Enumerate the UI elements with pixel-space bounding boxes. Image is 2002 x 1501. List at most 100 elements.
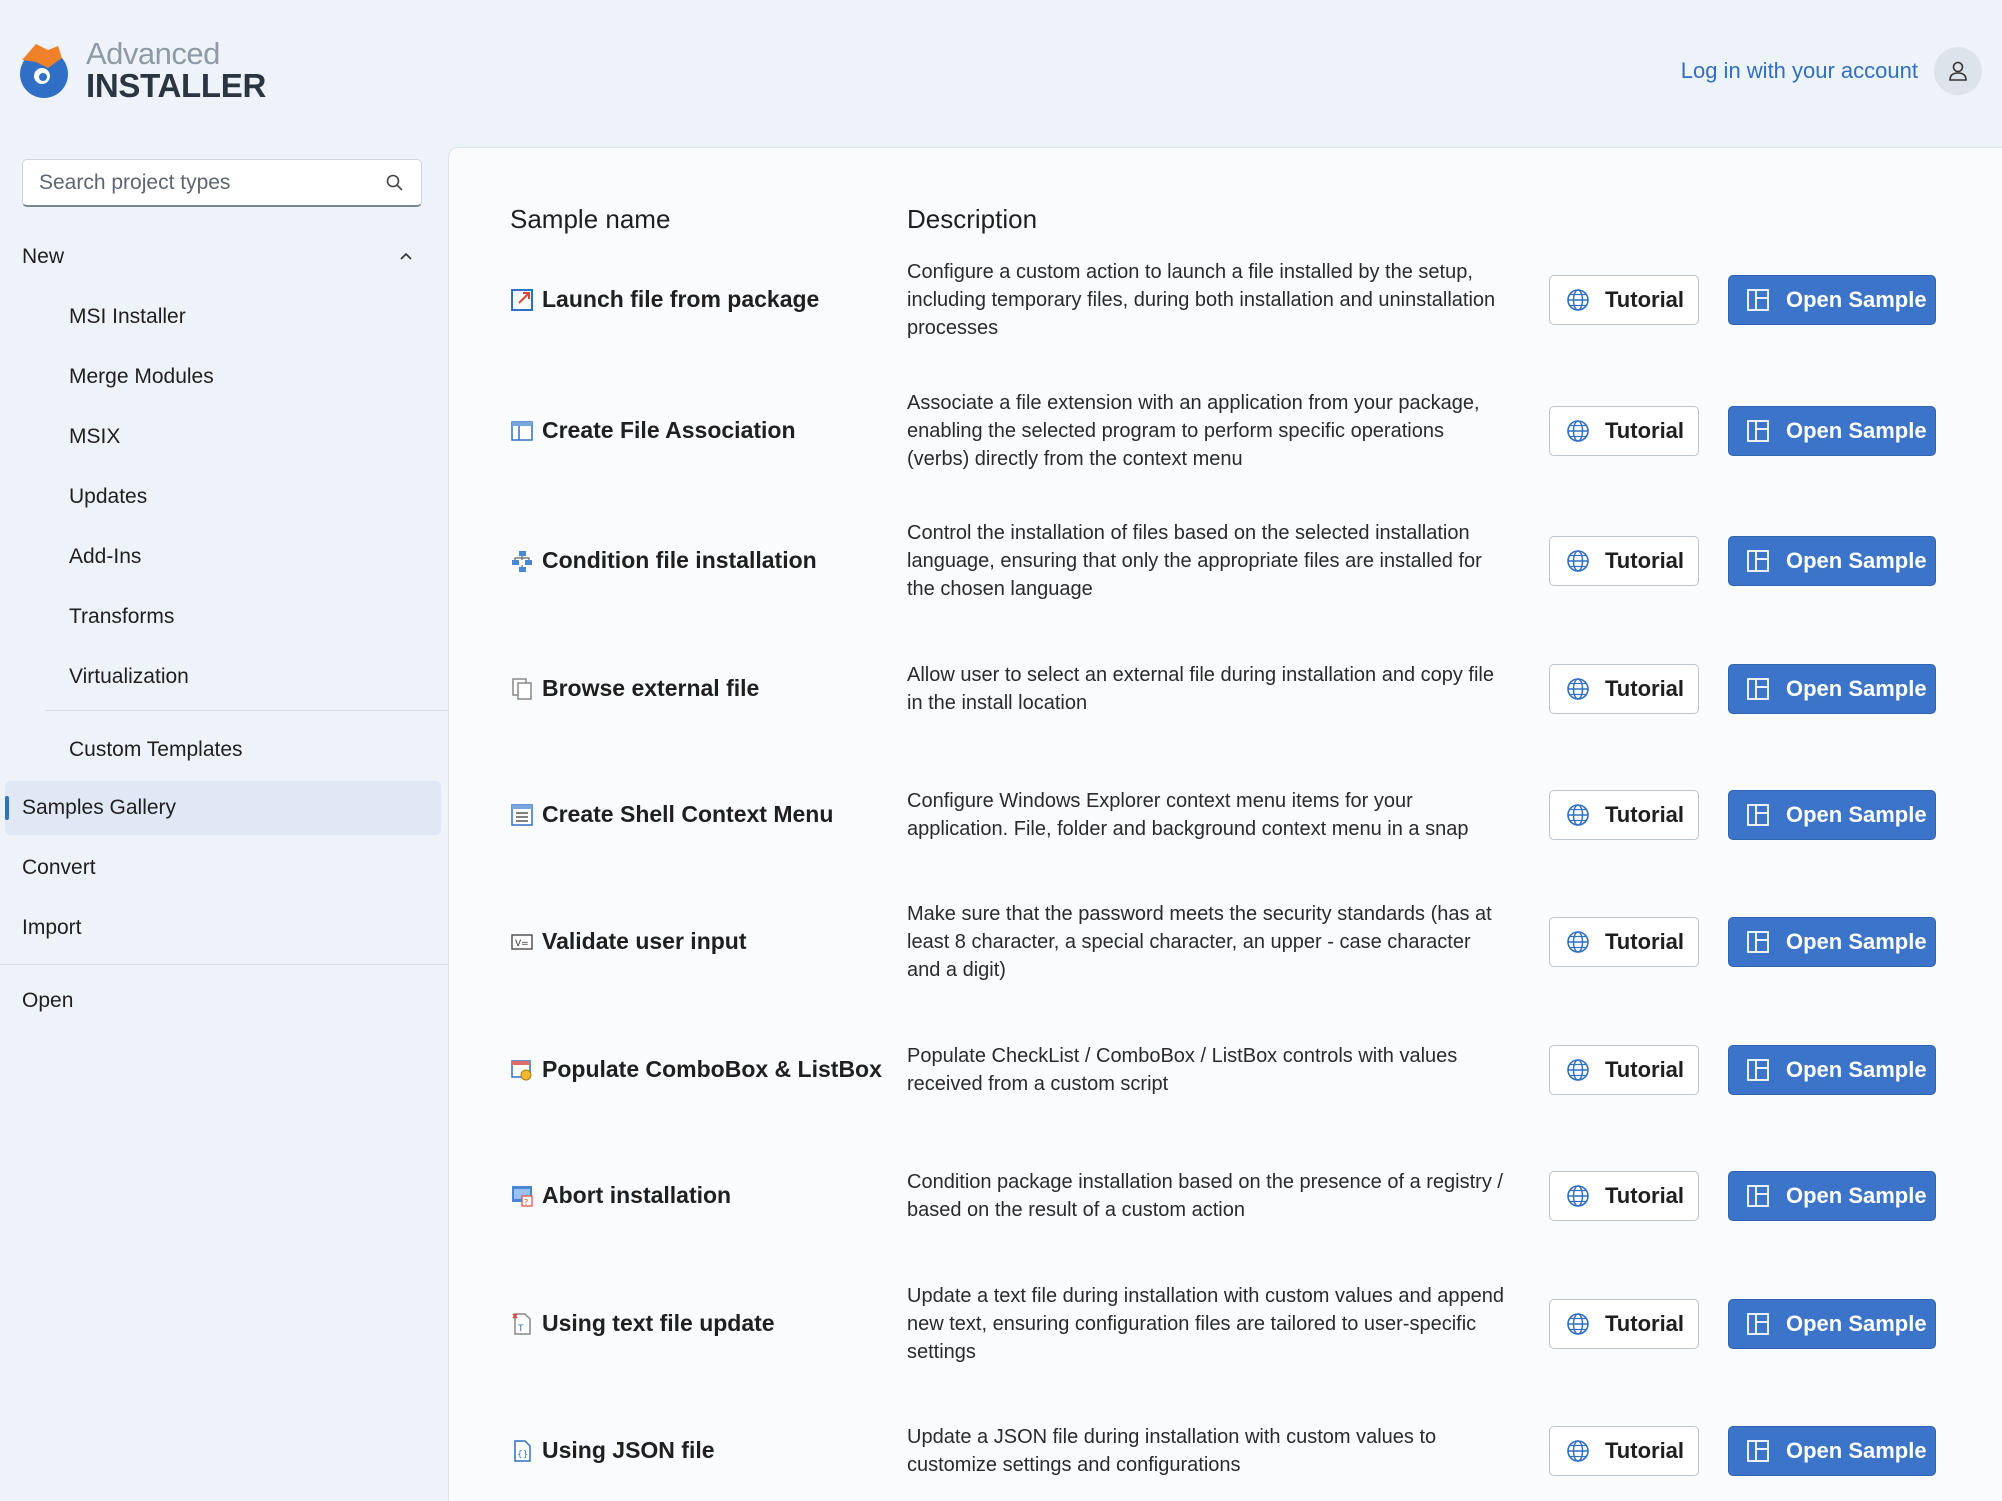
open-sample-icon (1747, 1313, 1769, 1335)
user-avatar-button[interactable] (1934, 47, 1982, 95)
sample-row: Create File Association Associate a file … (449, 378, 2002, 505)
tutorial-button[interactable]: Tutorial (1549, 790, 1699, 840)
app-logo[interactable]: Advanced INSTALLER (18, 38, 266, 102)
svg-text:T: T (517, 1324, 524, 1334)
sample-row: Create Shell Context Menu Configure Windo… (449, 762, 2002, 889)
tutorial-button-label: Tutorial (1605, 676, 1685, 701)
svg-text:V=: V= (515, 939, 529, 949)
sample-name: Browse external file (542, 675, 760, 701)
sidebar-item-open[interactable]: Open (22, 974, 422, 1028)
sidebar-item-virtualization[interactable]: Virtualization (69, 650, 419, 704)
sidebar-item-msix[interactable]: MSIX (69, 410, 419, 464)
sidebar-item-new[interactable]: New (22, 230, 422, 284)
sidebar-item-custom-templates[interactable]: Custom Templates (69, 723, 419, 777)
open-sample-icon (1747, 678, 1769, 700)
advanced-installer-logo-icon (18, 40, 72, 100)
search-icon[interactable] (385, 173, 405, 193)
open-sample-icon (1747, 804, 1769, 826)
sidebar-item-import[interactable]: Import (22, 901, 422, 955)
sample-name: Create Shell Context Menu (542, 801, 834, 827)
column-header-description: Description (907, 204, 1038, 234)
sample-row: Populate ComboBox & ListBox Populate Chec… (449, 1017, 2002, 1144)
sample-description: Allow user to select an external file du… (907, 664, 1494, 714)
sample-row: Browse external file Allow user to select… (449, 636, 2002, 763)
open-sample-button-label: Open Sample (1786, 1057, 1927, 1082)
open-sample-icon (1747, 1059, 1769, 1081)
tree-structure-icon (512, 551, 532, 572)
copy-file-icon (512, 678, 532, 700)
open-sample-icon (1747, 420, 1769, 442)
open-sample-button[interactable]: Open Sample (1728, 917, 1936, 967)
sample-description: Populate CheckList / ComboBox / ListBox … (907, 1045, 1458, 1095)
tutorial-button[interactable]: Tutorial (1549, 1171, 1699, 1221)
login-link[interactable]: Log in with your account (1681, 58, 1918, 84)
sidebar-item-label: MSI Installer (69, 305, 186, 328)
sidebar-item-label: Custom Templates (69, 738, 243, 761)
open-sample-button[interactable]: Open Sample (1728, 275, 1936, 325)
tutorial-button[interactable]: Tutorial (1549, 275, 1699, 325)
divider (0, 964, 448, 965)
open-sample-button[interactable]: Open Sample (1728, 1299, 1936, 1349)
sample-name: Validate user input (542, 928, 747, 954)
user-icon (1949, 61, 1967, 81)
sidebar-item-convert[interactable]: Convert (22, 841, 422, 895)
open-sample-button[interactable]: Open Sample (1728, 406, 1936, 456)
tutorial-button-label: Tutorial (1605, 1183, 1685, 1208)
tutorial-button[interactable]: Tutorial (1549, 917, 1699, 967)
sidebar-item-label: Open (22, 989, 74, 1012)
sample-description: Control the installation of files based … (907, 522, 1482, 600)
sample-description: Make sure that the password meets the se… (907, 903, 1492, 981)
search-input[interactable] (23, 170, 363, 195)
sidebar-item-label: Add-Ins (69, 545, 142, 568)
sample-description: Update a JSON file during installation w… (907, 1426, 1437, 1476)
tutorial-button-label: Tutorial (1605, 802, 1685, 827)
sidebar-item-add-ins[interactable]: Add-Ins (69, 530, 419, 584)
tutorial-button[interactable]: Tutorial (1549, 406, 1699, 456)
context-menu-icon (511, 804, 533, 826)
sidebar-item-samples-gallery[interactable]: Samples Gallery (22, 781, 422, 835)
sidebar-item-updates[interactable]: Updates (69, 470, 419, 524)
combobox-icon (511, 1060, 532, 1081)
sidebar-item-label: New (22, 245, 65, 268)
open-sample-button[interactable]: Open Sample (1728, 664, 1936, 714)
sample-description: Associate a file extension with an appli… (907, 392, 1480, 470)
open-sample-button[interactable]: Open Sample (1728, 536, 1936, 586)
tutorial-button-label: Tutorial (1605, 1057, 1685, 1082)
sample-row: Launch file from package Configure a cust… (449, 247, 2002, 374)
tutorial-button[interactable]: Tutorial (1549, 664, 1699, 714)
sidebar-item-label: Import (22, 916, 82, 939)
tutorial-button[interactable]: Tutorial (1549, 536, 1699, 586)
json-file-icon: {} (514, 1440, 531, 1462)
open-sample-button[interactable]: Open Sample (1728, 1171, 1936, 1221)
sample-description: Configure Windows Explorer context menu … (907, 790, 1469, 840)
globe-icon (1567, 289, 1589, 311)
open-sample-button[interactable]: Open Sample (1728, 1045, 1936, 1095)
tutorial-button[interactable]: Tutorial (1549, 1299, 1699, 1349)
text-file-update-icon: T (512, 1313, 531, 1335)
tutorial-button[interactable]: Tutorial (1549, 1045, 1699, 1095)
open-sample-icon (1747, 289, 1769, 311)
globe-icon (1567, 1059, 1589, 1081)
open-sample-button-label: Open Sample (1786, 929, 1927, 954)
open-sample-button[interactable]: Open Sample (1728, 1426, 1936, 1476)
chevron-up-icon[interactable] (398, 248, 414, 264)
search-box (22, 159, 422, 207)
sidebar-item-msi-installer[interactable]: MSI Installer (69, 290, 419, 344)
launch-file-icon (511, 289, 533, 311)
open-sample-button-label: Open Sample (1786, 418, 1927, 443)
open-sample-button[interactable]: Open Sample (1728, 790, 1936, 840)
sample-description: Update a text file during installation w… (907, 1285, 1505, 1363)
sidebar-item-transforms[interactable]: Transforms (69, 590, 419, 644)
sample-name: Populate ComboBox & ListBox (542, 1056, 882, 1082)
sample-row: T Using text file update Update a text fil… (449, 1271, 2002, 1398)
sample-name: Condition file installation (542, 547, 817, 573)
login-area: Log in with your account (1681, 47, 1982, 95)
sidebar-item-merge-modules[interactable]: Merge Modules (69, 350, 419, 404)
sidebar-item-label: Samples Gallery (22, 796, 177, 819)
open-sample-icon (1747, 1185, 1769, 1207)
open-sample-icon (1747, 1440, 1769, 1462)
globe-icon (1567, 931, 1589, 953)
tutorial-button[interactable]: Tutorial (1549, 1426, 1699, 1476)
tutorial-button-label: Tutorial (1605, 287, 1685, 312)
sample-name: Create File Association (542, 417, 796, 443)
